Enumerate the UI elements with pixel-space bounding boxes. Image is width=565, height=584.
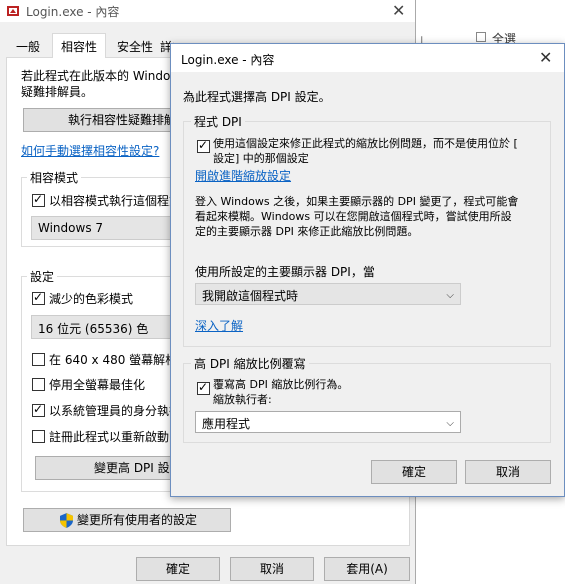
shield-icon [60,513,73,528]
when-select[interactable]: 我開啟這個程式時 ⌵ [195,283,461,305]
back-ok-button[interactable]: 確定 [136,557,220,581]
chevron-down-icon: ⌵ [446,290,454,301]
run-640-checkbox[interactable] [32,353,45,366]
run-admin-label: 以系統管理員的身分執行 [49,404,173,418]
close-icon[interactable]: ✕ [392,1,405,20]
program-dpi-label: 程式 DPI [191,113,245,130]
all-users-button[interactable]: 變更所有使用者的設定 [23,508,231,532]
dpi-dialog-title: Login.exe - 內容 [181,53,275,67]
dpi-ok-button[interactable]: 確定 [371,460,457,484]
color-depth-select[interactable]: 16 位元 (65536) 色 [31,315,181,339]
change-dpi-button[interactable]: 變更高 DPI 設定 [35,456,185,480]
settings-label: 設定 [27,268,58,285]
scaling-performer-select[interactable]: 應用程式 ⌵ [195,411,461,433]
back-cancel-button[interactable]: 取消 [230,557,314,581]
dpi-close-icon[interactable]: ✕ [539,48,552,67]
run-troubleshooter-button[interactable]: 執行相容性疑難排解 [23,108,183,132]
run-admin-checkbox[interactable] [32,402,45,417]
program-dpi-description: 登入 Windows 之後，如果主要顯示器的 DPI 變更了，程式可能會 看起來… [195,195,519,238]
manual-compat-link[interactable]: 如何手動選擇相容性設定? [21,142,159,159]
back-apply-button[interactable]: 套用(A) [324,557,410,581]
intro-text: 若此程式在此版本的 Windo 疑難排解員。 [21,69,171,99]
program-dpi-checkbox[interactable] [197,138,210,153]
tab-compatibility[interactable]: 相容性 [52,33,106,59]
back-titlebar: Login.exe - 內容 ✕ [0,0,415,22]
chevron-down-icon: ⌵ [446,418,454,429]
compat-mode-select[interactable]: Windows 7 [31,216,181,240]
compat-mode-checkbox[interactable] [32,192,45,207]
override-label: 高 DPI 縮放比例覆寫 [191,355,309,372]
reduced-color-label: 減少的色彩模式 [49,292,134,306]
dpi-heading: 為此程式選擇高 DPI 設定。 [183,90,331,104]
dpi-dialog: Login.exe - 內容 ✕ 為此程式選擇高 DPI 設定。 程式 DPI … [170,43,565,497]
disable-fullscreen-checkbox[interactable] [32,378,45,391]
override-checkbox-label: 覆寫高 DPI 縮放比例行為。 縮放執行者: [213,378,349,406]
dpi-dialog-titlebar: Login.exe - 內容 ✕ [171,44,564,72]
reduced-color-checkbox[interactable] [32,290,45,305]
learn-more-link[interactable]: 深入了解 [195,317,243,334]
select-all-icon [476,32,486,42]
run-640-label: 在 640 x 480 螢幕解析度 [49,353,173,367]
tab-security[interactable]: 安全性 [108,36,162,58]
disable-fullscreen-label: 停用全螢幕最佳化 [49,378,146,392]
override-checkbox[interactable] [197,380,210,395]
register-restart-checkbox[interactable] [32,430,45,443]
compat-mode-checkbox-label: 以相容模式執行這個程式 [49,194,173,208]
back-window-title: Login.exe - 內容 [26,5,120,19]
app-icon [7,6,19,16]
compat-mode-label: 相容模式 [27,169,82,186]
dpi-cancel-button[interactable]: 取消 [465,460,551,484]
program-dpi-checkbox-label: 使用這個設定來修正此程式的縮放比例問題，而不是使用位於 [ 設定] 中的那個設定 [213,137,518,165]
advanced-scaling-link[interactable]: 開啟進階縮放設定 [195,167,291,184]
when-label: 使用所設定的主要顯示器 DPI，當 [195,265,375,279]
register-restart-label: 註冊此程式以重新啟動 [49,430,170,444]
tab-general[interactable]: 一般 [6,36,50,58]
